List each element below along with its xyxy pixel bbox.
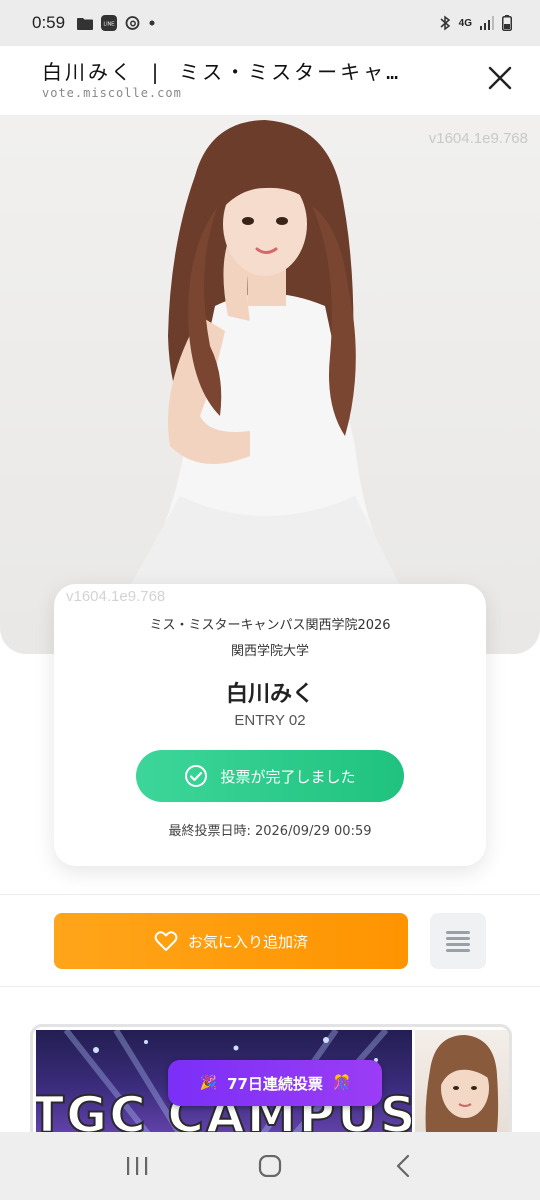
banner-portrait: [415, 1030, 509, 1141]
dot-icon: [148, 19, 156, 27]
screen: 0:59 LINE 4G 白川みく | ミス・ミスターキャ… vote.misc…: [0, 0, 540, 1200]
menu-button[interactable]: [430, 913, 486, 969]
vote-button[interactable]: 投票が完了しました: [136, 750, 404, 802]
divider: [0, 986, 540, 987]
divider: [0, 894, 540, 895]
event-name: ミス・ミスターキャンパス関西学院2026: [149, 618, 391, 633]
status-bar: 0:59 LINE 4G: [0, 0, 540, 46]
favorite-button-label: お気に入り追加済: [187, 932, 308, 951]
close-button[interactable]: [486, 64, 514, 92]
page-url: vote.miscolle.com: [42, 86, 182, 100]
portrait-graphic: [425, 1035, 499, 1141]
recent-apps-button[interactable]: [113, 1142, 161, 1190]
status-system-icons: 4G: [439, 15, 512, 31]
streak-badge-label: 77日連続投票: [227, 1074, 323, 1093]
entry-number: ENTRY 02: [234, 712, 306, 729]
profile-card: v1604.1e9.768 ミス・ミスターキャンパス関西学院2026 関西学院大…: [54, 584, 486, 866]
folder-icon: [77, 17, 94, 30]
browser-header: 白川みく | ミス・ミスターキャ… vote.miscolle.com: [0, 46, 540, 116]
candidate-name: 白川みく: [225, 682, 314, 707]
profile-hero-image: v1604.1e9.768: [0, 116, 540, 654]
confetti-ball-icon: 🎊: [332, 1075, 351, 1091]
status-notification-icons: LINE: [77, 15, 156, 31]
last-vote-datetime: 最終投票日時: 2026/09/29 00:59: [168, 824, 372, 839]
back-button[interactable]: [379, 1142, 427, 1190]
streak-badge: 🎉 77日連続投票 🎊: [168, 1060, 382, 1106]
back-icon: [397, 1154, 410, 1178]
line-app-icon: LINE: [101, 15, 118, 31]
close-icon: [488, 66, 512, 90]
status-time: 0:59: [32, 13, 66, 32]
home-button[interactable]: [246, 1142, 294, 1190]
school-name: 関西学院大学: [230, 644, 309, 659]
vote-button-label: 投票が完了しました: [220, 767, 356, 786]
heart-icon: [154, 931, 178, 951]
card-watermark: v1604.1e9.768: [66, 588, 166, 605]
svg-text:LINE: LINE: [104, 22, 116, 28]
threads-icon: [125, 15, 140, 31]
home-icon: [258, 1155, 282, 1177]
party-popper-icon: 🎉: [199, 1075, 218, 1091]
battery-icon: [502, 15, 512, 31]
hero-watermark: v1604.1e9.768: [428, 130, 528, 147]
candidate-photo: [130, 120, 400, 654]
promo-banner[interactable]: TGC CAMPUS 🎉 77日連続投票 🎊: [30, 1024, 512, 1144]
check-circle-icon: [185, 765, 208, 787]
recent-apps-icon: [126, 1157, 147, 1175]
menu-icon: [446, 931, 470, 952]
network-type-label: 4G: [458, 17, 472, 29]
banner-background: TGC CAMPUS 🎉 77日連続投票 🎊: [36, 1030, 412, 1141]
favorite-button[interactable]: お気に入り追加済: [54, 913, 408, 969]
page-title: 白川みく | ミス・ミスターキャ…: [42, 60, 402, 84]
signal-icon: [480, 16, 494, 30]
system-nav-bar: [0, 1132, 540, 1200]
bluetooth-icon: [439, 15, 451, 31]
